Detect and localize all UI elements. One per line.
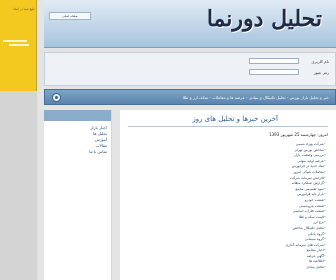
username-field[interactable] bbox=[249, 58, 299, 64]
site-header: تحلیل دورنما صفحه اصلی bbox=[44, 0, 336, 48]
sidebar-menu: اخبار بازار تحلیل ها آموزش مقالات تماس ب… bbox=[44, 121, 111, 155]
ad-banner-graphic bbox=[3, 40, 33, 48]
left-ad-column: تبلیغ شما در اینجا bbox=[0, 0, 37, 280]
date-line: امروز: چهارشنبه 25 شهریور 1393 bbox=[269, 132, 328, 137]
news-list: شرکت بهزاد شیمیشاخص بورس تهرانبررسی وضعی… bbox=[176, 142, 326, 271]
main-content: آخرین خبرها و تحلیل های روز امروز: چهارش… bbox=[120, 110, 336, 280]
ad-banner-text: تبلیغ شما در اینجا bbox=[13, 7, 35, 11]
sidebar: اخبار بازار تحلیل ها آموزش مقالات تماس ب… bbox=[44, 110, 112, 280]
nav-home-icon[interactable] bbox=[52, 93, 61, 102]
page-title: آخرین خبرها و تحلیل های روز bbox=[192, 115, 278, 123]
password-label: رمز عبور bbox=[313, 70, 329, 75]
news-item[interactable]: تحلیل بنیادی bbox=[176, 265, 326, 271]
nav-links[interactable]: خبر و تحلیل بازار بورس - تحلیل تکنیکال و… bbox=[129, 95, 329, 100]
page: تحلیل دورنما صفحه اصلی نام کاربری رمز عب… bbox=[44, 0, 336, 280]
title-divider bbox=[128, 126, 328, 127]
sidebar-header bbox=[44, 110, 111, 121]
home-link[interactable]: صفحه اصلی bbox=[49, 12, 91, 20]
password-field[interactable] bbox=[249, 69, 299, 75]
ad-banner[interactable]: تبلیغ شما در اینجا bbox=[0, 0, 37, 91]
nav-bar: خبر و تحلیل بازار بورس - تحلیل تکنیکال و… bbox=[44, 89, 336, 105]
site-logo[interactable]: تحلیل دورنما bbox=[207, 6, 322, 32]
login-box: نام کاربری رمز عبور bbox=[44, 52, 336, 86]
sidebar-item[interactable]: تماس با ما bbox=[48, 149, 107, 155]
username-label: نام کاربری bbox=[311, 59, 329, 64]
